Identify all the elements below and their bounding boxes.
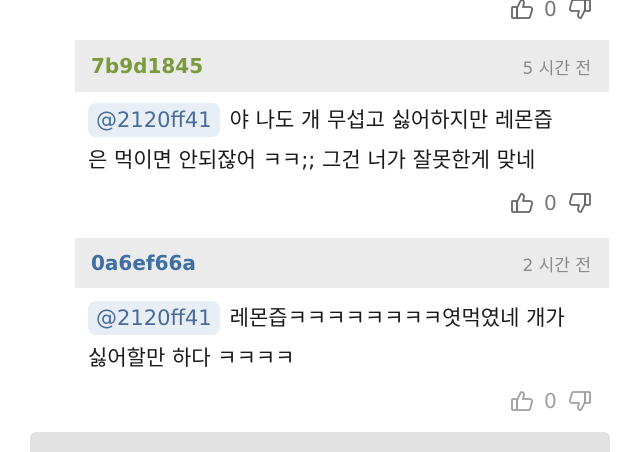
reply-header: 0a6ef66a 2 시간 전 [75,238,609,288]
reply-header: 7b9d1845 5 시간 전 [75,40,609,92]
reply-username[interactable]: 0a6ef66a [91,251,196,275]
reply-text-line1: 야 나도 개 무섭고 싫어하지만 레몬즙 [229,108,553,132]
reply-timestamp: 5 시간 전 [522,58,591,79]
reply-username[interactable]: 7b9d1845 [91,54,203,78]
thumbs-down-icon[interactable] [568,0,592,21]
reply-text-line1: 레몬즙ㅋㅋㅋㅋㅋㅋㅋㅋ엿먹였네 개가 [229,306,565,330]
thumbs-down-icon[interactable] [568,191,592,215]
thumbs-up-icon[interactable] [510,191,534,215]
mention-tag[interactable]: @2120ff41 [88,301,220,335]
thumbs-down-icon[interactable] [568,389,592,413]
next-comment-header [30,432,610,452]
thumbs-up-icon[interactable] [510,389,534,413]
like-count: 0 [544,191,557,215]
like-count: 0 [544,0,557,21]
reply-text-line2: 은 먹이면 안되잖어 ㅋㅋ;; 그건 너가 잘못한게 맞네 [88,148,536,172]
reply-vote-row: 0 [510,188,592,218]
reply-body: @2120ff41 레몬즙ㅋㅋㅋㅋㅋㅋㅋㅋ엿먹였네 개가 싫어할만 하다 ㅋㅋㅋㅋ [88,298,604,378]
reply-timestamp: 2 시간 전 [522,255,591,276]
mention-tag[interactable]: @2120ff41 [88,103,220,137]
top-vote-row: 0 [510,0,592,24]
thumbs-up-icon[interactable] [510,0,534,21]
reply-body: @2120ff41 야 나도 개 무섭고 싫어하지만 레몬즙 은 먹이면 안되잖어… [88,100,604,180]
reply-text-line2: 싫어할만 하다 ㅋㅋㅋㅋ [88,346,295,370]
reply-vote-row: 0 [510,386,592,416]
like-count: 0 [544,389,557,413]
